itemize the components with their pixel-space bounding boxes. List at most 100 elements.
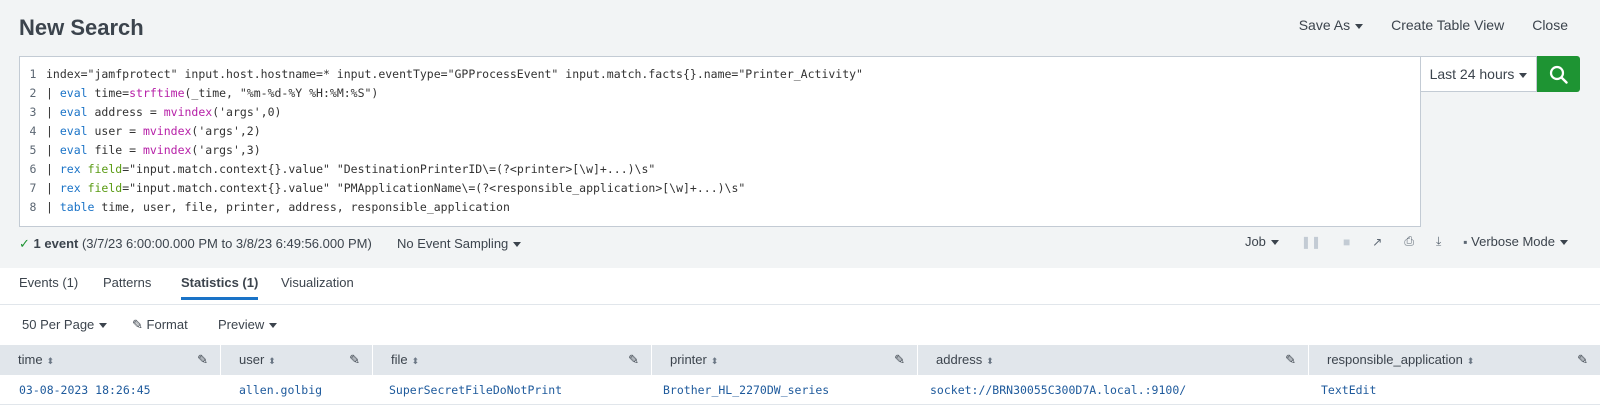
cell-responsible-application[interactable]: TextEdit [1321,375,1376,405]
line-number: 6 [29,162,37,176]
format-label: Format [146,317,188,332]
code-token: eval [59,124,88,138]
stop-icon[interactable]: ■ [1343,235,1350,249]
code-token: ('args',0) [212,105,282,119]
save-as-label: Save As [1298,17,1351,33]
event-status: ✓ 1 event (3/7/23 6:00:00.000 PM to 3/8/… [19,236,372,252]
column-label: printer [670,352,707,367]
line-number: 7 [29,181,37,195]
event-time-range: (3/7/23 6:00:00.000 PM to 3/8/23 6:49:56… [81,236,372,251]
event-sampling-label: No Event Sampling [397,236,509,251]
save-as-menu[interactable]: Save As [1298,17,1364,33]
result-tabs: Events (1) Patterns Statistics (1) Visua… [0,268,1600,305]
code-token: ="input.match.context{}.value" "PMApplic… [122,181,746,195]
line-number: 8 [29,200,37,214]
search-editor[interactable]: 1 index="jamfprotect" input.host.hostname… [19,56,1421,227]
sort-icon: ⬍ [268,356,276,366]
edit-column-icon[interactable]: ✎ [197,345,208,375]
sort-icon: ⬍ [986,356,994,366]
time-range-picker[interactable]: Last 24 hours [1421,56,1537,92]
column-header-user[interactable]: user ⬍ ✎ [221,345,373,375]
search-button[interactable] [1537,56,1580,92]
code-token: | [46,86,60,100]
code-token: address = [87,105,164,119]
column-label: address [936,352,983,367]
table-header: time ⬍ ✎ user ⬍ ✎ file ⬍ ✎ printer ⬍ ✎ address ⬍ ✎… [0,345,1600,375]
cell-user[interactable]: allen.golbig [239,375,322,405]
edit-column-icon[interactable]: ✎ [1285,345,1296,375]
code-token: (_time, "%m-%d-%Y %H:%M:%S") [184,86,379,100]
header-actions: Save As Create Table View Close [1299,17,1568,33]
search-code-line: 7 | rex field="input.match.context{}.valu… [20,179,746,198]
code-token: eval [59,105,88,119]
line-number: 4 [29,124,37,138]
tab-visualization[interactable]: Visualization [281,275,354,297]
column-header-address[interactable]: address ⬍ ✎ [918,345,1309,375]
per-page-menu[interactable]: 50 Per Page [22,317,108,332]
code-token: user = [87,124,143,138]
edit-column-icon[interactable]: ✎ [1577,345,1588,375]
share-icon[interactable]: ↗ [1372,235,1382,249]
pause-icon[interactable]: ❚❚ [1301,235,1321,249]
page-title: New Search [19,15,144,40]
job-menu[interactable]: Job [1245,234,1279,249]
code-token: rex [59,162,81,176]
edit-column-icon[interactable]: ✎ [628,345,639,375]
cell-time[interactable]: 03-08-2023 18:26:45 [19,375,151,405]
preview-menu[interactable]: Preview [218,317,278,332]
code-token: time= [87,86,130,100]
column-label: responsible_application [1327,352,1463,367]
edit-column-icon[interactable]: ✎ [894,345,905,375]
sort-icon: ⬍ [1466,356,1475,366]
caret-down-icon [1560,240,1568,246]
search-mode-menu[interactable]: ▪ Verbose Mode [1463,234,1568,249]
caret-down-icon [269,323,278,329]
check-icon: ✓ [19,236,30,251]
create-table-view-link[interactable]: Create Table View [1391,17,1504,33]
search-code-line: 5 | eval file = mvindex('args',3) [20,141,261,160]
event-sampling-menu[interactable]: No Event Sampling [397,236,522,251]
code-token: index="jamfprotect" input.host.hostname=… [46,67,863,81]
format-button[interactable]: ✎ Format [132,317,188,333]
per-page-label: 50 Per Page [22,317,95,332]
column-header-printer[interactable]: printer ⬍ ✎ [652,345,918,375]
code-token: rex [59,181,81,195]
search-code-line: 8 | table time, user, file, printer, addr… [20,198,510,217]
search-icon [1549,65,1568,84]
print-icon[interactable]: ⎙ [1404,234,1414,249]
column-header-responsible-application[interactable]: responsible_application ⬍ ✎ [1309,345,1600,375]
code-token: | [46,124,60,138]
code-token: field [87,181,123,195]
table-row: 03-08-2023 18:26:45 allen.golbig SuperSe… [0,375,1600,405]
search-row: 1 index="jamfprotect" input.host.hostname… [19,56,1580,227]
job-bar: Job ❚❚ ■ ↗ ⎙ ⤓ ▪ Verbose Mode [1245,234,1568,249]
results-toolbar: 50 Per Page ✎ Format Preview [0,305,1600,345]
tab-statistics[interactable]: Statistics (1) [181,275,259,300]
caret-down-icon [1355,23,1364,29]
cell-printer[interactable]: Brother_HL_2270DW_series [663,375,829,405]
code-token: mvindex [142,124,192,138]
column-label: user [239,352,265,367]
code-token: | [46,162,60,176]
close-link[interactable]: Close [1532,17,1568,33]
code-token: ('args',3) [191,143,261,157]
cell-address[interactable]: socket://BRN30055C300D7A.local.:9100/ [930,375,1186,405]
event-count: 1 event [33,236,79,251]
export-icon[interactable]: ⤓ [1436,234,1441,249]
column-header-time[interactable]: time ⬍ ✎ [0,345,221,375]
code-token: | [46,181,60,195]
cell-file[interactable]: SuperSecretFileDoNotPrint [389,375,562,405]
tab-events[interactable]: Events (1) [19,275,78,297]
column-header-file[interactable]: file ⬍ ✎ [373,345,652,375]
edit-column-icon[interactable]: ✎ [349,345,360,375]
time-range-label: Last 24 hours [1429,66,1515,82]
code-token: mvindex [142,143,192,157]
search-code-line: 1 index="jamfprotect" input.host.hostname… [20,65,863,84]
search-code-line: 2 | eval time=strftime(_time, "%m-%d-%Y %… [20,84,379,103]
code-token: eval [59,143,88,157]
code-token: time, user, file, printer, address, resp… [94,200,510,214]
sort-icon: ⬍ [46,356,55,366]
tab-patterns[interactable]: Patterns [103,275,151,297]
